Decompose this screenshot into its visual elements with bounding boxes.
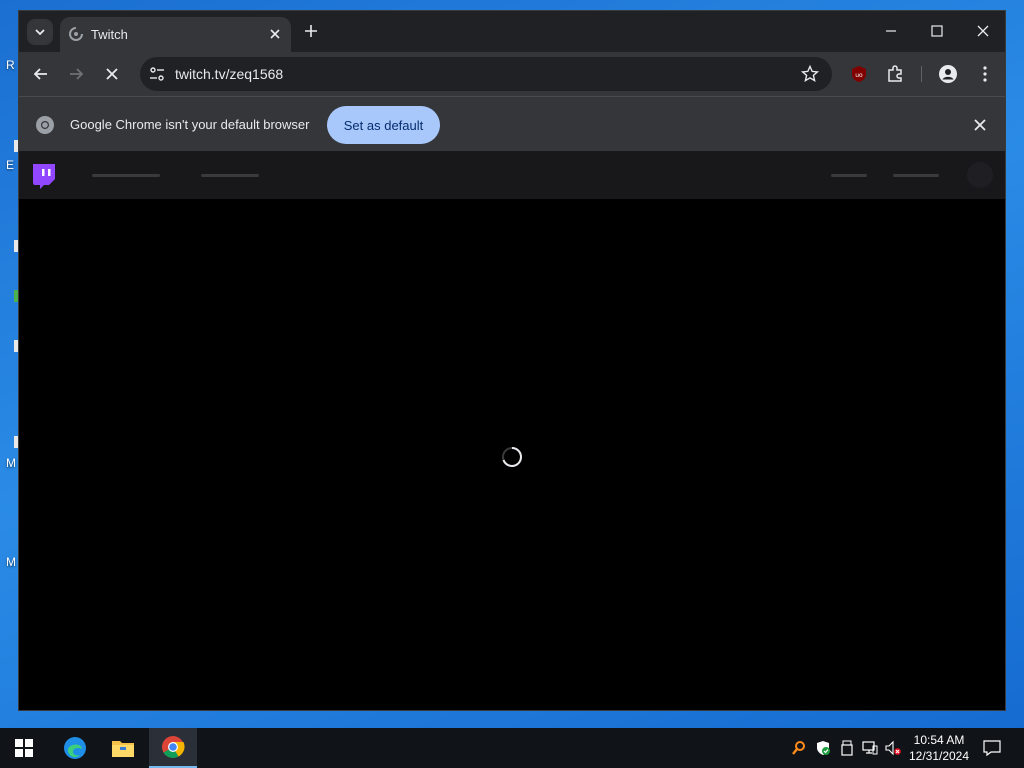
twitch-logo-icon[interactable] <box>31 162 57 190</box>
minimize-icon[interactable] <box>881 21 901 41</box>
close-tab-icon[interactable] <box>267 26 283 42</box>
tune-icon[interactable] <box>148 65 166 83</box>
chrome-logo-icon <box>36 116 54 134</box>
taskbar-file-explorer[interactable] <box>99 728 147 768</box>
back-arrow-icon[interactable] <box>31 64 51 84</box>
maximize-icon[interactable] <box>927 21 947 41</box>
tab-strip: Twitch <box>19 11 1005 52</box>
twitch-header <box>19 151 1005 199</box>
nav-placeholder <box>831 174 867 177</box>
chrome-icon <box>162 736 185 758</box>
nav-placeholder <box>893 174 939 177</box>
loading-icon <box>69 27 83 41</box>
network-icon[interactable] <box>862 740 878 756</box>
taskbar: 10:54 AM 12/31/2024 <box>0 728 1024 768</box>
forward-arrow-icon[interactable] <box>66 64 86 84</box>
puzzle-icon[interactable] <box>885 64 905 84</box>
tab-search-button[interactable] <box>27 19 53 45</box>
usb-device-icon[interactable] <box>839 740 855 756</box>
page-content <box>19 199 1005 710</box>
new-tab-icon[interactable] <box>302 22 320 40</box>
browser-toolbar: twitch.tv/zeq1568 uo <box>19 52 1005 96</box>
kebab-menu-icon[interactable] <box>975 64 995 84</box>
taskbar-clock[interactable]: 10:54 AM 12/31/2024 <box>906 732 972 764</box>
notification-icon[interactable] <box>982 738 1002 758</box>
tab-twitch[interactable]: Twitch <box>60 17 291 52</box>
address-bar[interactable]: twitch.tv/zeq1568 <box>140 57 832 91</box>
taskbar-chrome[interactable] <box>149 728 197 768</box>
desktop-icon-label[interactable]: E <box>6 158 18 172</box>
windows-logo-icon <box>15 739 33 757</box>
desktop-icon-label[interactable]: M <box>6 555 18 569</box>
loading-spinner-icon <box>502 447 522 467</box>
star-icon[interactable] <box>800 64 820 84</box>
edge-icon <box>64 737 86 759</box>
close-icon[interactable] <box>971 116 989 134</box>
default-browser-infobar: Google Chrome isn't your default browser… <box>19 96 1005 151</box>
chevron-down-icon <box>35 29 45 36</box>
tab-title: Twitch <box>91 27 128 42</box>
close-window-icon[interactable] <box>973 21 993 41</box>
chrome-window: Twitch twitch.tv/zeq1568 uo Google Chrom… <box>18 10 1006 711</box>
avatar-placeholder <box>967 162 993 188</box>
clock-time: 10:54 AM <box>913 733 965 747</box>
stop-icon[interactable] <box>102 64 122 84</box>
folder-icon <box>112 741 134 757</box>
desktop-icon-label[interactable]: M <box>6 456 18 470</box>
volume-muted-icon[interactable] <box>885 740 901 756</box>
ublock-icon[interactable]: uo <box>849 64 869 84</box>
taskbar-edge[interactable] <box>51 728 99 768</box>
clock-date: 12/31/2024 <box>908 749 970 763</box>
nav-placeholder <box>201 174 259 177</box>
set-as-default-button[interactable]: Set as default <box>327 106 440 144</box>
security-shield-icon[interactable] <box>815 740 831 756</box>
start-button[interactable] <box>0 728 48 768</box>
search-tray-icon[interactable] <box>791 740 807 756</box>
nav-placeholder <box>92 174 160 177</box>
profile-icon[interactable] <box>938 64 958 84</box>
url-text[interactable]: twitch.tv/zeq1568 <box>175 66 283 82</box>
desktop-icon-label[interactable]: R <box>6 58 18 72</box>
svg-text:uo: uo <box>855 72 863 79</box>
desktop-icons-edge: R E M M <box>0 0 18 728</box>
toolbar-divider <box>921 66 922 82</box>
infobar-message: Google Chrome isn't your default browser <box>70 117 310 132</box>
